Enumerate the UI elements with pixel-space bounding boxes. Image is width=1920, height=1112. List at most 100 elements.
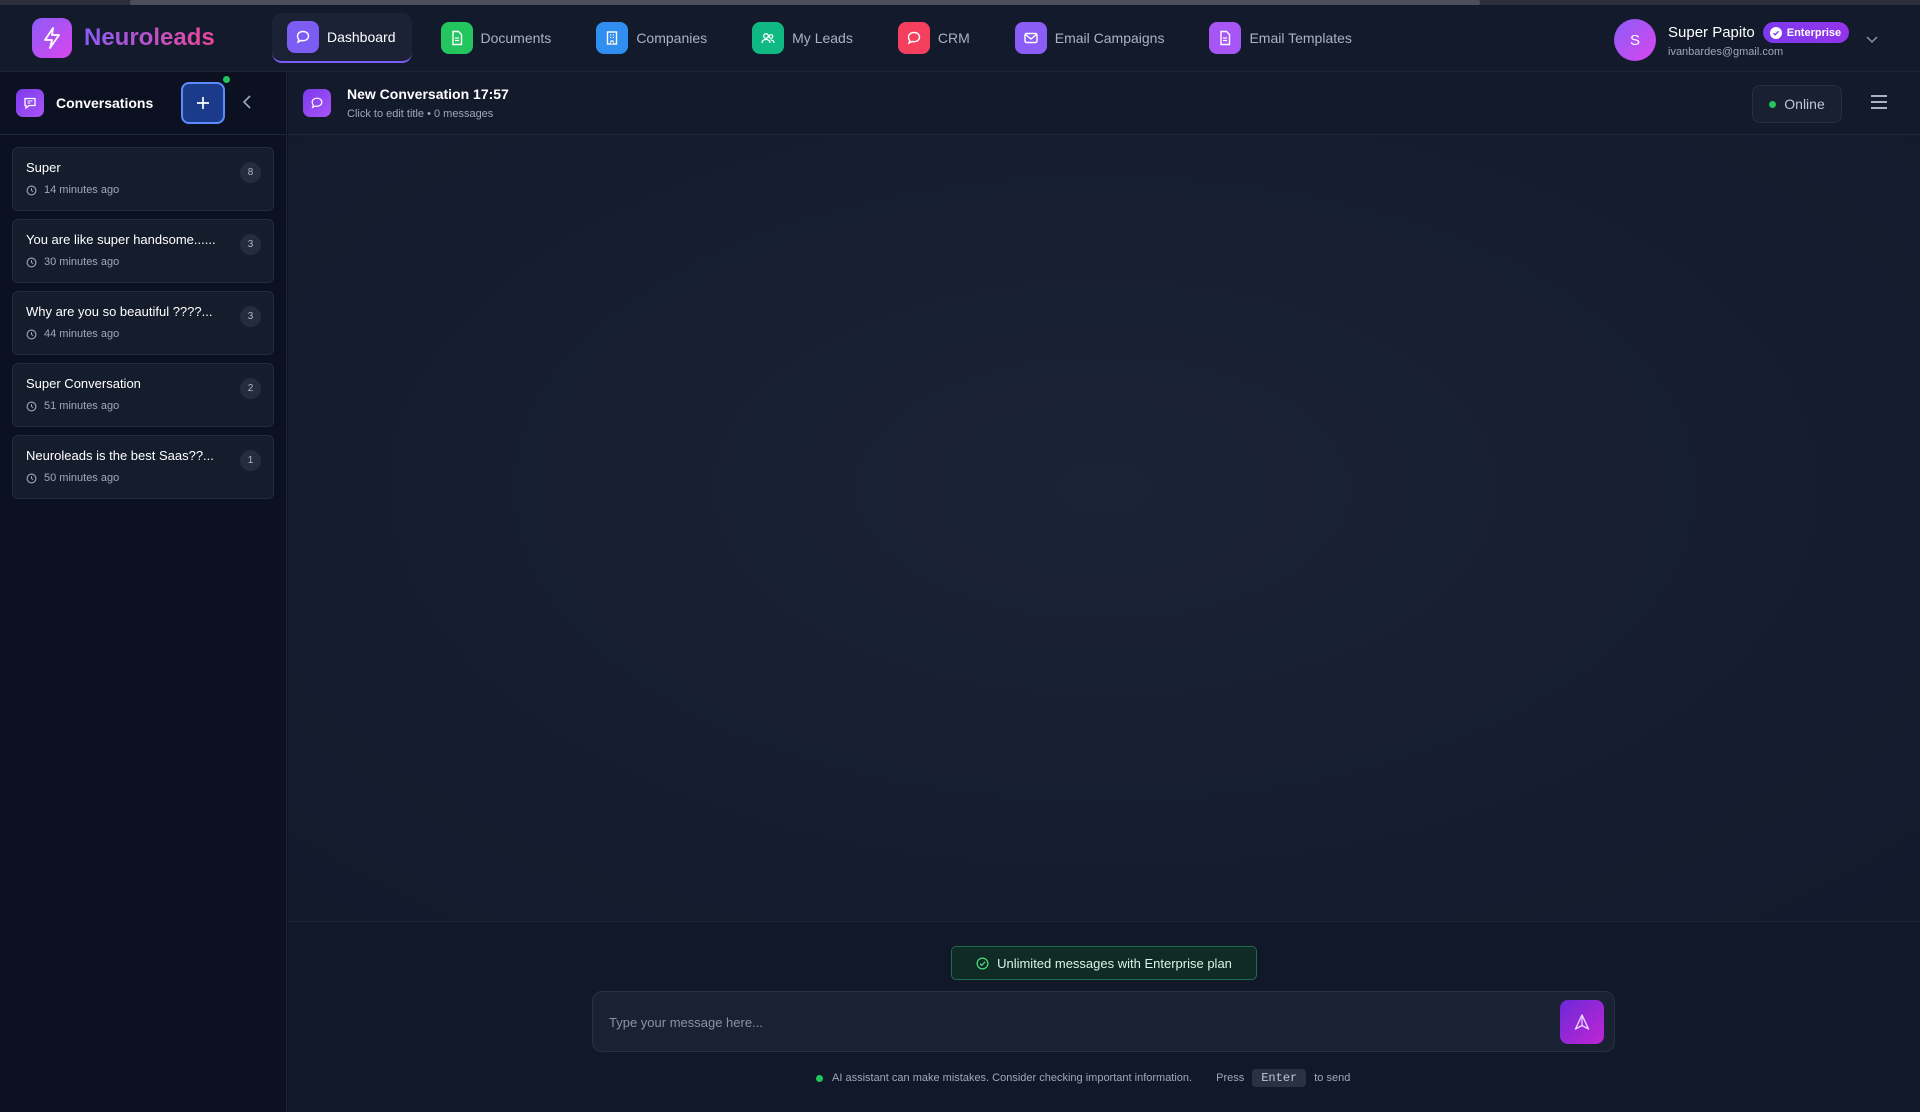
mail-icon: [1014, 22, 1047, 54]
clock-icon: [26, 329, 37, 339]
check-circle-icon: [976, 957, 989, 969]
online-dot: [1769, 100, 1777, 108]
send-icon: [1574, 1014, 1590, 1030]
nav-label: Email Templates: [1249, 30, 1352, 46]
user-menu[interactable]: S Super Papito Enterprise ivanbardes@gma…: [1614, 19, 1879, 61]
time-label: 44 minutes ago: [44, 328, 120, 340]
user-name: Super Papito: [1668, 24, 1755, 41]
check-icon: [1769, 26, 1782, 39]
main-nav: Dashboard Documents Companies My Leads C…: [272, 13, 1382, 63]
nav-my-leads[interactable]: My Leads: [737, 13, 869, 63]
plan-notice-text: Unlimited messages with Enterprise plan: [997, 955, 1232, 971]
disclaimer-text: AI assistant can make mistakes. Consider…: [832, 1072, 1193, 1084]
message-input[interactable]: [609, 1006, 1539, 1038]
message-count-badge: 3: [240, 306, 261, 327]
app-logo[interactable]: Neuroleads: [32, 18, 244, 58]
time-label: 51 minutes ago: [44, 400, 120, 412]
conversation-title: Neuroleads is the best Saas??...: [26, 448, 214, 463]
plan-notice: Unlimited messages with Enterprise plan: [951, 946, 1257, 980]
sidebar-title: Conversations: [56, 95, 154, 111]
user-info: Super Papito Enterprise ivanbardes@gmail…: [1668, 22, 1850, 58]
message-count-badge: 1: [240, 450, 261, 471]
time-label: 30 minutes ago: [44, 256, 120, 268]
clock-icon: [26, 473, 37, 483]
status-dot: [223, 76, 230, 83]
time-label: 50 minutes ago: [44, 472, 120, 484]
chat-bubble-icon: [303, 89, 331, 117]
conversation-title: You are like super handsome......: [26, 232, 216, 247]
hamburger-menu-icon[interactable]: [1870, 94, 1888, 115]
nav-label: Email Campaigns: [1054, 30, 1165, 46]
chat-title[interactable]: New Conversation 17:57: [347, 86, 509, 102]
top-header: Neuroleads Dashboard Documents Companies…: [0, 5, 1920, 72]
conversation-time: 44 minutes ago: [26, 328, 273, 340]
chat-title-block[interactable]: New Conversation 17:57 Click to edit tit…: [347, 86, 509, 120]
user-row: Super Papito Enterprise: [1668, 22, 1850, 43]
message-input-box: [592, 991, 1615, 1052]
nav-label: Dashboard: [327, 29, 396, 45]
time-label: 14 minutes ago: [44, 184, 120, 196]
conversation-time: 30 minutes ago: [26, 256, 273, 268]
document-icon: [1209, 22, 1242, 54]
new-conversation-button[interactable]: [181, 82, 225, 124]
plan-label: Enterprise: [1786, 26, 1842, 39]
clock-icon: [26, 401, 37, 411]
nav-email-campaigns[interactable]: Email Campaigns: [1000, 13, 1181, 63]
conversation-time: 14 minutes ago: [26, 184, 273, 196]
send-button[interactable]: [1560, 1000, 1604, 1044]
status-dot: [816, 1074, 823, 1082]
conversation-title: Why are you so beautiful ????...: [26, 304, 213, 319]
chevron-down-icon[interactable]: [1865, 31, 1879, 49]
chat-panel: New Conversation 17:57 Click to edit tit…: [288, 72, 1920, 1112]
conversation-title: Super Conversation: [26, 376, 141, 391]
composer: Unlimited messages with Enterprise plan …: [288, 922, 1920, 1112]
users-icon: [752, 22, 785, 54]
document-icon: [440, 22, 473, 54]
chat-bubble-icon: [287, 21, 319, 53]
building-icon: [596, 22, 629, 54]
conversation-item[interactable]: Super Conversation 51 minutes ago 2: [12, 363, 274, 427]
nav-documents[interactable]: Documents: [426, 13, 568, 63]
footer-note: AI assistant can make mistakes. Consider…: [816, 1069, 1350, 1087]
lightning-icon: [32, 18, 72, 58]
nav-email-templates[interactable]: Email Templates: [1194, 13, 1367, 63]
conversations-sidebar: Conversations Super 14 minutes ago 8 You…: [0, 72, 287, 1112]
message-count-badge: 8: [240, 162, 261, 183]
nav-label: CRM: [937, 30, 970, 46]
conversation-item[interactable]: Neuroleads is the best Saas??... 50 minu…: [12, 435, 274, 499]
user-email: ivanbardes@gmail.com: [1668, 46, 1784, 58]
chat-subtitle: Click to edit title • 0 messages: [347, 108, 494, 120]
nav-label: Documents: [480, 30, 552, 46]
nav-label: My Leads: [792, 30, 853, 46]
press-label: Press: [1216, 1072, 1245, 1084]
conversation-list: Super 14 minutes ago 8 You are like supe…: [0, 135, 286, 499]
conversation-title: Super: [26, 160, 61, 175]
conversation-item[interactable]: You are like super handsome...... 30 min…: [12, 219, 274, 283]
status-label: Online: [1784, 96, 1825, 112]
conversation-item[interactable]: Why are you so beautiful ????... 44 minu…: [12, 291, 274, 355]
chat-bubble-icon: [897, 22, 930, 54]
message-count-badge: 2: [240, 378, 261, 399]
to-send-label: to send: [1314, 1072, 1351, 1084]
chevron-left-icon[interactable]: [241, 93, 253, 116]
clock-icon: [26, 185, 37, 195]
nav-crm[interactable]: CRM: [883, 13, 986, 63]
message-count-badge: 3: [240, 234, 261, 255]
plan-badge: Enterprise: [1762, 22, 1850, 43]
sidebar-header: Conversations: [0, 72, 286, 135]
nav-dashboard[interactable]: Dashboard: [272, 13, 412, 63]
avatar[interactable]: S: [1614, 19, 1656, 61]
message-square-icon: [16, 89, 44, 117]
enter-key-hint: Enter: [1252, 1069, 1307, 1087]
clock-icon: [26, 257, 37, 267]
app-name: Neuroleads: [84, 24, 215, 51]
message-area: [288, 135, 1920, 922]
conversation-item[interactable]: Super 14 minutes ago 8: [12, 147, 274, 211]
conversation-time: 51 minutes ago: [26, 400, 273, 412]
chat-header: New Conversation 17:57 Click to edit tit…: [288, 72, 1920, 135]
nav-label: Companies: [636, 30, 708, 46]
conversation-time: 50 minutes ago: [26, 472, 273, 484]
status-badge: Online: [1752, 85, 1842, 123]
nav-companies[interactable]: Companies: [581, 13, 723, 63]
plus-icon: [197, 97, 209, 109]
